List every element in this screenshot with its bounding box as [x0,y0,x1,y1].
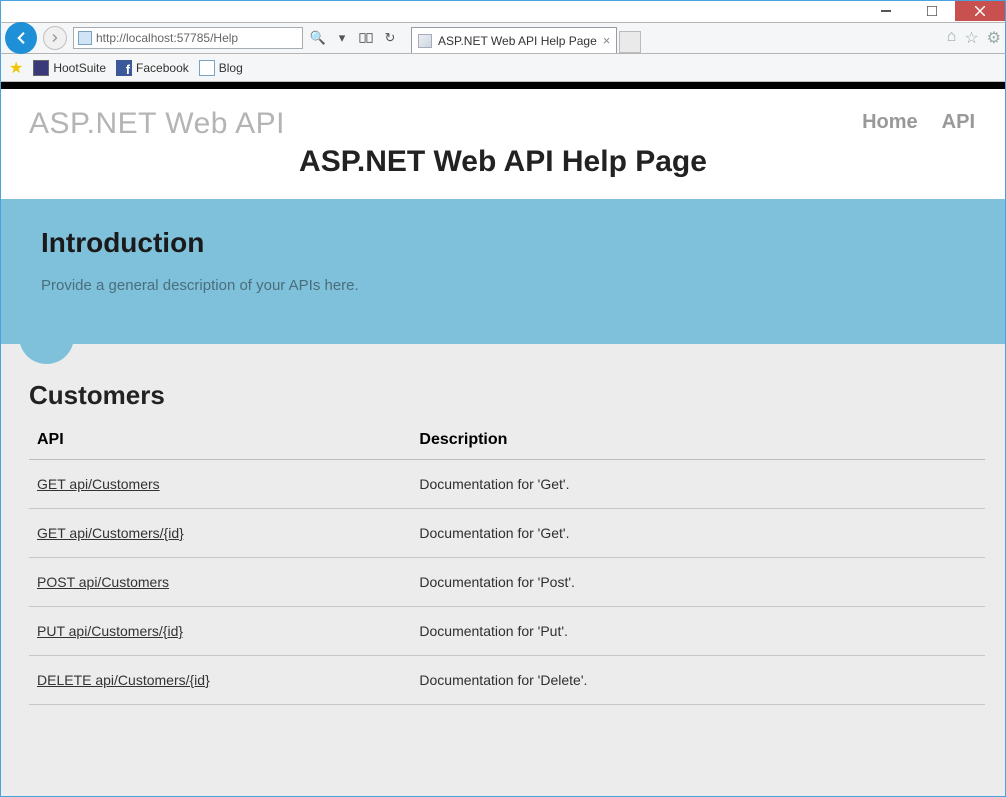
address-url: http://localhost:57785/Help [96,31,238,45]
favorite-label: HootSuite [53,61,106,75]
favorites-star-icon[interactable]: ☆ [964,28,978,48]
favorite-label: Facebook [136,61,189,75]
add-favorite-icon[interactable]: ★ [9,58,23,78]
api-link[interactable]: DELETE api/Customers/{id} [37,672,210,688]
table-row: DELETE api/Customers/{id} Documentation f… [29,656,985,705]
api-link[interactable]: PUT api/Customers/{id} [37,623,183,639]
top-strip [1,82,1005,89]
tab-strip: ASP.NET Web API Help Page × [411,23,641,53]
hootsuite-icon [33,60,49,76]
nav-home-link[interactable]: Home [862,111,918,134]
tools-gear-icon[interactable]: ⚙ [987,28,1001,48]
intro-section: Introduction Provide a general descripti… [1,199,1005,344]
favorite-facebook[interactable]: Facebook [116,60,189,76]
intro-text: Provide a general description of your AP… [41,277,965,294]
table-row: GET api/Customers Documentation for 'Get'… [29,460,985,509]
table-row: GET api/Customers/{id} Documentation for … [29,509,985,558]
col-api: API [29,421,411,460]
api-link[interactable]: GET api/Customers [37,476,160,492]
toolbar-right: ⌂ ☆ ⚙ [947,28,1001,48]
page-favicon-icon [78,31,92,45]
api-link[interactable]: POST api/Customers [37,574,169,590]
tab-favicon-icon [418,34,432,48]
api-table: API Description GET api/Customers Documen… [29,421,985,705]
window-titlebar [0,0,1006,22]
tab-close-icon[interactable]: × [603,33,611,48]
browser-tab[interactable]: ASP.NET Web API Help Page × [411,27,617,53]
minimize-button[interactable] [863,1,909,21]
forward-button[interactable] [43,26,67,50]
page-content: ASP.NET Web API Home API ASP.NET Web API… [0,82,1006,797]
maximize-button[interactable] [909,1,955,21]
favorite-label: Blog [219,61,243,75]
tab-title: ASP.NET Web API Help Page [438,34,597,48]
favorites-bar: ★ HootSuite Facebook Blog [0,54,1006,82]
api-description: Documentation for 'Put'. [411,607,985,656]
blog-icon [199,60,215,76]
brand-title: ASP.NET Web API [29,107,977,141]
api-link[interactable]: GET api/Customers/{id} [37,525,184,541]
favorite-hootsuite[interactable]: HootSuite [33,60,106,76]
api-description: Documentation for 'Delete'. [411,656,985,705]
table-row: PUT api/Customers/{id} Documentation for … [29,607,985,656]
col-description: Description [411,421,985,460]
refresh-icon[interactable]: ↻ [381,29,399,47]
dropdown-icon[interactable]: ▾ [333,29,351,47]
api-description: Documentation for 'Get'. [411,509,985,558]
header-nav: Home API [862,111,975,134]
search-icon[interactable]: 🔍 [309,29,327,47]
back-button[interactable] [5,22,37,54]
page-title: ASP.NET Web API Help Page [29,145,977,193]
address-bar[interactable]: http://localhost:57785/Help [73,27,303,49]
api-section: Customers API Description GET api/Custom… [1,344,1005,725]
api-description: Documentation for 'Get'. [411,460,985,509]
api-description: Documentation for 'Post'. [411,558,985,607]
favorite-blog[interactable]: Blog [199,60,243,76]
table-row: POST api/Customers Documentation for 'Pos… [29,558,985,607]
page-header: ASP.NET Web API Home API ASP.NET Web API… [1,89,1005,199]
home-icon[interactable]: ⌂ [947,28,957,48]
browser-toolbar: http://localhost:57785/Help 🔍 ▾ ↻ ASP.NE… [0,22,1006,54]
facebook-icon [116,60,132,76]
close-button[interactable] [955,1,1005,21]
new-tab-button[interactable] [619,31,641,53]
nav-api-link[interactable]: API [942,111,975,134]
intro-heading: Introduction [41,227,965,259]
compat-view-icon[interactable] [357,29,375,47]
api-section-title: Customers [29,380,985,411]
